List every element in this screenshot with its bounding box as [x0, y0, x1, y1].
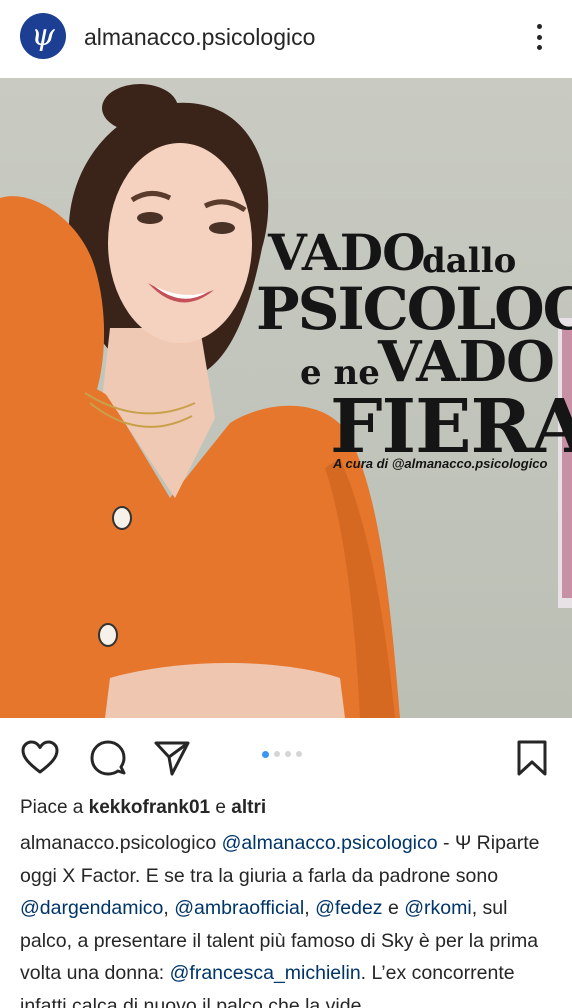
bookmark-icon[interactable]: [512, 738, 552, 778]
headline-fiera: FIERA: [330, 384, 572, 470]
liked-by-user[interactable]: kekkofrank01: [89, 797, 210, 818]
carousel-indicator: [262, 750, 302, 758]
comment-icon[interactable]: [88, 738, 128, 778]
post-caption: almanacco.psicologico @almanacco.psicolo…: [20, 827, 560, 1008]
caption-text: ,: [163, 897, 175, 919]
caption-text: ,: [304, 897, 316, 919]
waist: [105, 663, 345, 718]
headline-vado: VADO: [268, 223, 426, 282]
avatar[interactable]: ψ: [20, 13, 66, 59]
caption-text: e: [382, 897, 405, 919]
face: [108, 143, 252, 343]
headline-dallo: dallo: [422, 241, 517, 281]
image-credit: A cura di @almanacco.psicologico: [333, 456, 548, 471]
more-dot: [536, 24, 542, 29]
more-options-icon[interactable]: [528, 20, 550, 54]
left-eye: [137, 212, 163, 224]
caption-author[interactable]: almanacco.psicologico: [20, 832, 216, 854]
likes-prefix: Piace a: [20, 797, 84, 818]
post-image[interactable]: VADO dallo PSICOLOGO e ne VADO FIERA A c…: [0, 78, 572, 718]
carousel-dot-active: [262, 750, 269, 758]
sweater-button: [112, 506, 132, 530]
more-dot: [536, 45, 542, 50]
carousel-dot: [274, 751, 280, 757]
more-dot: [536, 34, 542, 40]
post-header: ψ almanacco.psicologico: [0, 0, 572, 78]
mention-link[interactable]: @almanacco.psicologico: [222, 832, 438, 854]
mention-link[interactable]: @ambraofficial: [174, 897, 304, 919]
heart-icon[interactable]: [20, 738, 60, 778]
avatar-logo: ψ: [31, 18, 55, 53]
likes-connector: e: [215, 797, 226, 818]
headline-vado-2: VADO: [378, 329, 555, 395]
mention-link[interactable]: @rkomi: [404, 897, 471, 919]
right-eye: [209, 222, 235, 234]
share-icon[interactable]: [152, 738, 192, 778]
mention-link[interactable]: @dargendamico: [20, 897, 163, 919]
mention-link[interactable]: @fedez: [315, 897, 383, 919]
likes-others[interactable]: altri: [231, 797, 266, 818]
carousel-dot: [285, 751, 291, 757]
likes-line[interactable]: Piace a kekkofrank01 e altri: [20, 797, 266, 819]
carousel-dot: [296, 751, 302, 757]
sweater-button: [98, 623, 118, 647]
hair-bun: [102, 84, 178, 132]
username[interactable]: almanacco.psicologico: [84, 24, 315, 51]
mention-link[interactable]: @francesca_michielin: [170, 962, 361, 984]
action-bar: [0, 718, 572, 798]
